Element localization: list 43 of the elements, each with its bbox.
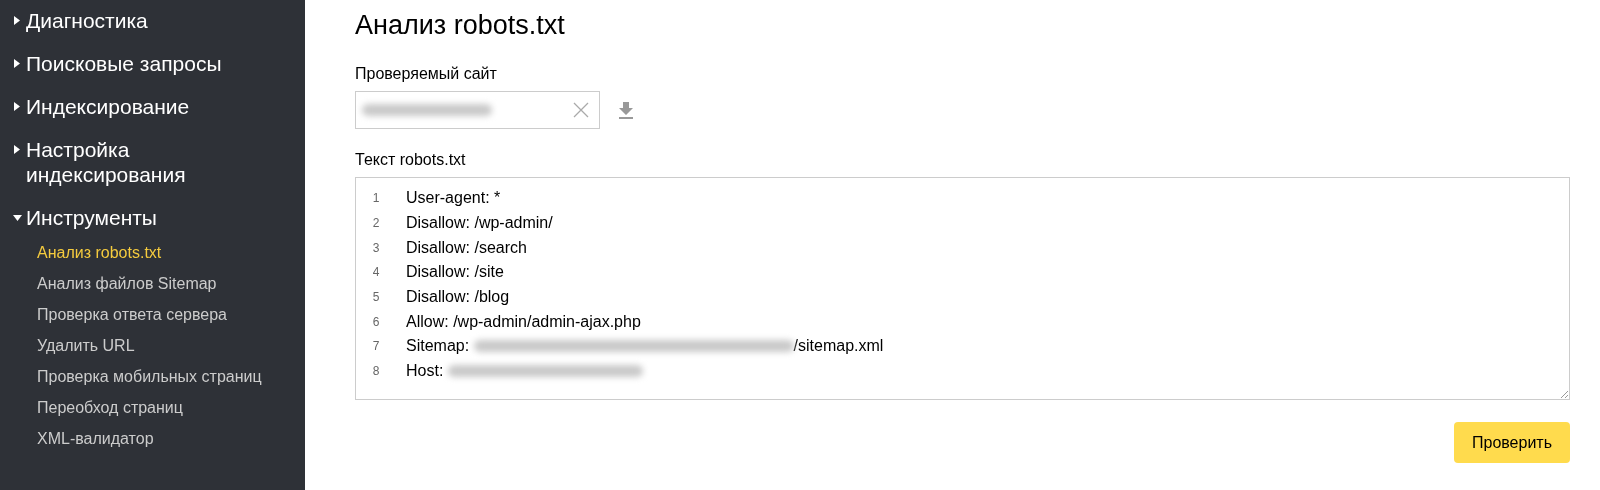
code-text: /sitemap.xml xyxy=(793,337,884,356)
clear-icon[interactable] xyxy=(573,102,589,118)
sidebar-item[interactable]: Инструменты xyxy=(12,205,262,230)
resize-grip-icon[interactable] xyxy=(1560,390,1568,398)
line-number: 1 xyxy=(371,191,381,206)
code-text: Host: xyxy=(406,362,445,381)
sidebar-subitem[interactable]: Анализ файлов Sitemap xyxy=(37,271,277,296)
code-text: Disallow: /site xyxy=(406,263,504,282)
sidebar-item[interactable]: Индексирование xyxy=(12,94,262,119)
page-title: Анализ robots.txt xyxy=(355,10,565,41)
sidebar-subitem[interactable]: Анализ robots.txt xyxy=(37,240,277,265)
line-number: 8 xyxy=(371,364,381,379)
code-editor[interactable]: 1 User-agent: * 2 Disallow: /wp-admin/ 3 Disallow: /search 4 Disallow: /site 5 Disallow: /blog 6 Allow: /wp-admin/admin-ajax.php 7 Sitemap: /sitemap.xml 8 Host: xyxy=(355,177,1570,400)
code-text: Disallow: /search xyxy=(406,238,527,257)
line-number: 6 xyxy=(371,314,381,329)
sidebar-subitem[interactable]: Удалить URL xyxy=(37,333,277,358)
code-text: Allow: /wp-admin/admin-ajax.php xyxy=(406,312,641,331)
caret-right-icon xyxy=(14,102,20,111)
code-text: Disallow: /wp-admin/ xyxy=(406,214,553,233)
field-label: Проверяемый сайт xyxy=(355,65,497,83)
field-label: Текст robots.txt xyxy=(355,151,466,169)
sidebar-subitem[interactable]: Проверка мобильных страниц xyxy=(37,364,277,389)
code-text: User-agent: * xyxy=(406,189,501,208)
caret-right-icon xyxy=(14,59,20,68)
sidebar-item[interactable]: Диагностика xyxy=(12,8,262,33)
code-text: Sitemap: xyxy=(406,337,471,356)
caret-right-icon xyxy=(14,16,20,25)
code-text: Disallow: /blog xyxy=(406,288,510,307)
line-number: 5 xyxy=(371,290,381,305)
sidebar-item[interactable]: Настройка индексирования xyxy=(12,137,262,187)
line-number: 7 xyxy=(371,339,381,354)
sidebar-item[interactable]: Поисковые запросы xyxy=(12,51,262,76)
site-field[interactable] xyxy=(355,91,600,129)
line-number: 4 xyxy=(371,265,381,280)
check-button[interactable]: Проверить xyxy=(1454,422,1570,463)
sidebar-subitem[interactable]: Проверка ответа сервера xyxy=(37,302,277,327)
line-number: 3 xyxy=(371,240,381,255)
line-number: 2 xyxy=(371,216,381,231)
sidebar-subitem[interactable]: XML-валидатор xyxy=(37,426,277,451)
caret-right-icon xyxy=(14,145,20,154)
caret-down-icon xyxy=(12,214,22,221)
download-icon[interactable] xyxy=(618,101,634,119)
sidebar-subitem[interactable]: Переобход страниц xyxy=(37,395,277,420)
